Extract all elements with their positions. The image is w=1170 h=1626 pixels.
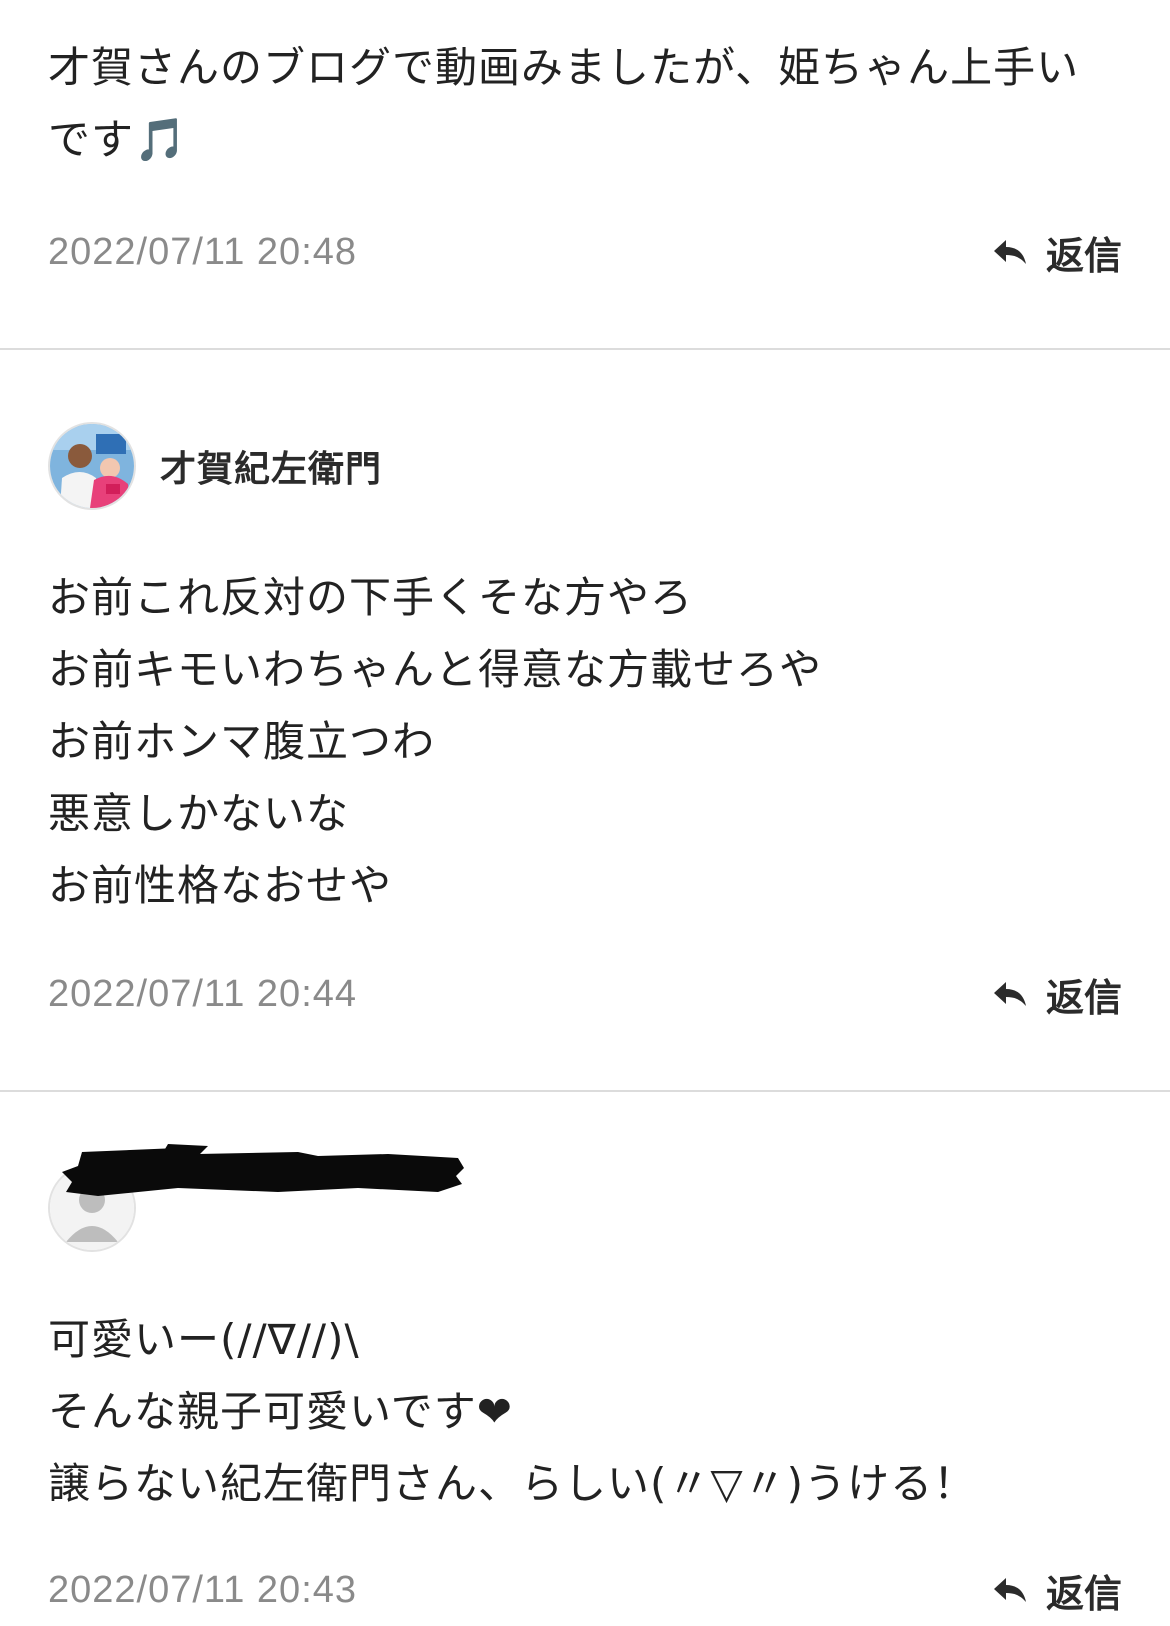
reply-button[interactable]: 返信	[990, 967, 1122, 1022]
comment-divider	[0, 348, 1170, 350]
reply-label: 返信	[1045, 1571, 1122, 1616]
reply-arrow-icon	[993, 982, 1026, 1006]
reply-button[interactable]: 返信	[990, 1563, 1122, 1618]
comment-body-line: 譲らない紀左衛門さん、らしい(〃▽〃)うける！	[48, 1459, 977, 1508]
comment-timestamp: 2022/07/11 20:48	[48, 230, 358, 273]
reply-arrow-icon	[993, 1578, 1026, 1602]
comment-body-line: 悪意しかないな	[48, 789, 350, 838]
comment-2-meta: 2022/07/11 20:44 返信	[48, 970, 1122, 1020]
reply-button[interactable]: 返信	[990, 225, 1122, 280]
comment-3-body: 可愛いー(//∇//)\ そんな親子可愛いです❤ 譲らない紀左衛門さん、らしい(…	[48, 1304, 1110, 1520]
avatar-photo	[50, 424, 134, 508]
profile-photo-avatar[interactable]	[48, 422, 136, 510]
comment-1-body: 才賀さんのブログで動画みましたが、姫ちゃん上手いです🎵	[48, 32, 1080, 176]
comment-body-line: そんな親子可愛いです❤	[48, 1387, 513, 1436]
comment-body-line: 可愛いー(//∇//)\	[48, 1315, 360, 1364]
comment-timestamp: 2022/07/11 20:43	[48, 1568, 358, 1611]
redacted-author-name	[62, 1144, 464, 1196]
comment-body-line: 才賀さんのブログで動画みましたが、姫ちゃん上手いです🎵	[48, 43, 1080, 164]
reply-label: 返信	[1045, 233, 1122, 278]
comment-3-meta: 2022/07/11 20:43 返信	[48, 1566, 1122, 1616]
comment-2-body: お前これ反対の下手くそな方やろ お前キモいわちゃんと得意な方載せろや お前ホンマ…	[48, 562, 1110, 922]
comment-1-meta: 2022/07/11 20:48 返信	[48, 228, 1122, 278]
comment-divider	[0, 1090, 1170, 1092]
reply-label: 返信	[1045, 975, 1122, 1020]
comment-body-line: お前ホンマ腹立つわ	[48, 717, 436, 766]
comment-author[interactable]: 才賀紀左衛門	[48, 422, 382, 510]
comment-body-line: お前これ反対の下手くそな方やろ	[48, 573, 694, 622]
comment-body-line: お前性格なおせや	[48, 861, 393, 910]
reply-arrow-icon	[993, 240, 1026, 264]
author-name[interactable]: 才賀紀左衛門	[160, 440, 382, 492]
comment-timestamp: 2022/07/11 20:44	[48, 972, 358, 1015]
comment-body-line: お前キモいわちゃんと得意な方載せろや	[48, 645, 823, 694]
